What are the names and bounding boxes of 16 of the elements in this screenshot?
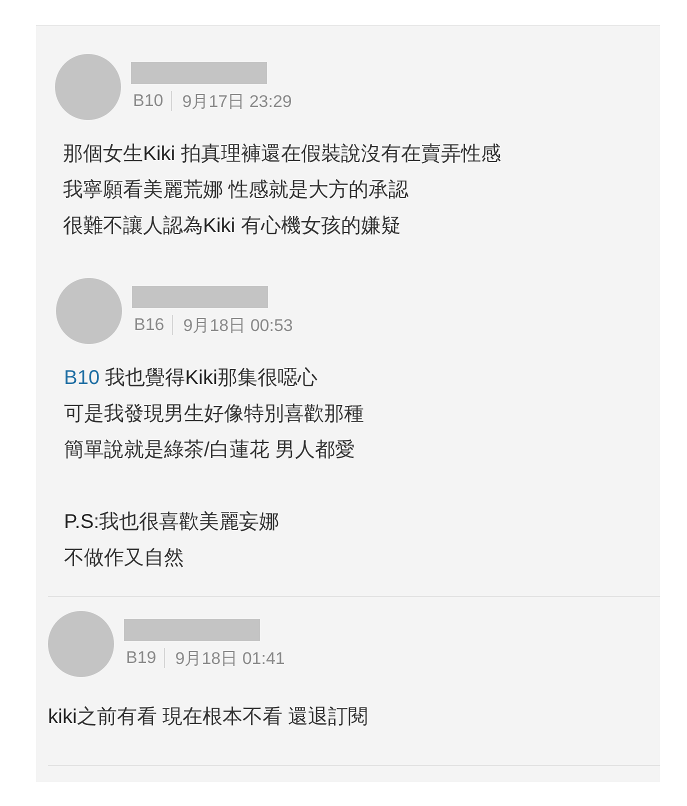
- comment-text: 那個女生Kiki 拍真理褲還在假裝說沒有在賣弄性感: [63, 142, 502, 167]
- comment-text: kiki之前有看 現在根本不看 還退訂閱: [48, 705, 370, 730]
- comment-text: 可是我發現男生好像特別喜歡那種: [64, 402, 365, 427]
- comment-text: 我寧願看美麗荒娜 性感就是大方的承認: [63, 178, 410, 203]
- mention-link[interactable]: B10: [64, 367, 100, 389]
- floor-number: B16: [132, 315, 174, 335]
- comment-text: P.S:我也很喜歡美麗妄娜: [64, 510, 280, 535]
- comment-text: 很難不讓人認為Kiki 有心機女孩的嫌疑: [63, 214, 402, 239]
- comment-text: 簡單說就是綠茶/白蓮花 男人都愛: [64, 438, 356, 463]
- floor-number: B10: [131, 91, 172, 111]
- timestamp: 9月17日 23:29: [181, 90, 292, 112]
- timestamp: 9月18日 01:41: [174, 648, 285, 670]
- floor-number: B19: [124, 648, 166, 668]
- comment-text: 我也覺得Kiki那集很噁心: [104, 367, 318, 389]
- comment-text: 不做作又自然: [64, 546, 185, 571]
- timestamp: 9月18日 00:53: [182, 314, 293, 336]
